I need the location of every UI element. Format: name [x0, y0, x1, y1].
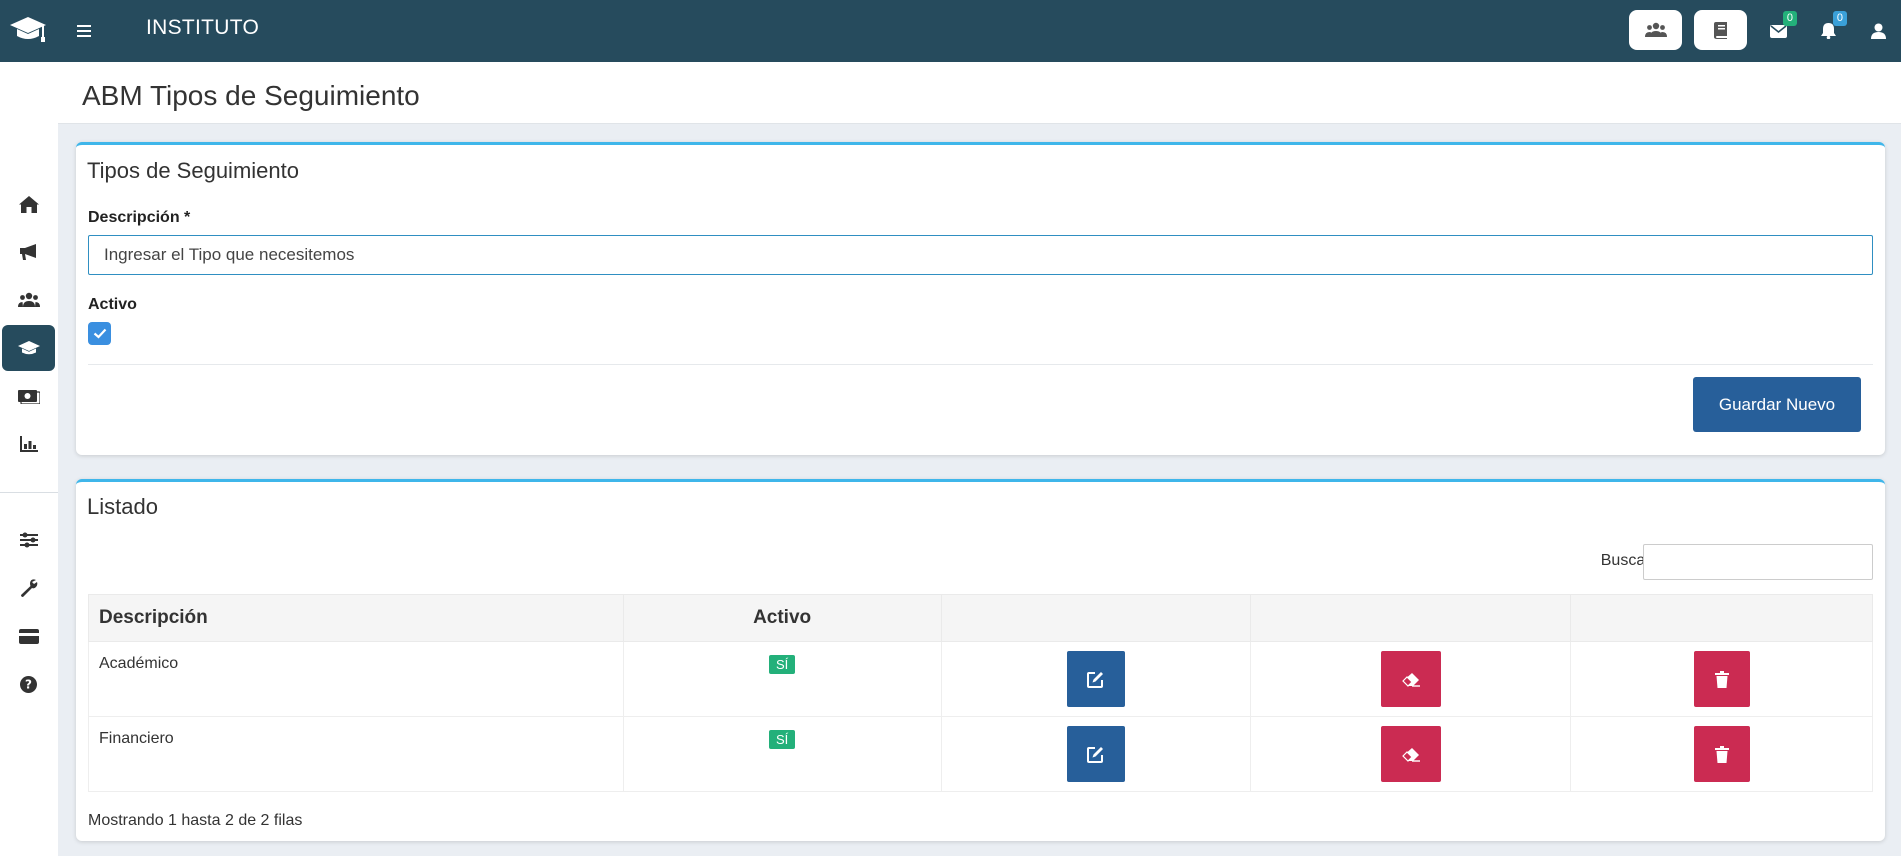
money-icon	[17, 389, 40, 404]
active-label: Activo	[88, 296, 137, 313]
delete-button[interactable]	[1693, 651, 1750, 707]
book-icon	[1713, 21, 1727, 39]
menu-icon[interactable]	[77, 19, 93, 43]
notification-badge: 0	[1832, 11, 1847, 26]
list-card: Listado Buscar: Descripción Activo Acadé…	[76, 479, 1885, 841]
check-icon	[93, 328, 106, 339]
graduation-cap-icon	[17, 340, 40, 354]
description-input[interactable]	[88, 235, 1873, 275]
chart-icon	[19, 436, 38, 452]
credit-card-icon	[18, 628, 39, 644]
active-checkbox[interactable]	[88, 322, 111, 345]
search-input[interactable]	[1643, 544, 1873, 580]
form-divider	[88, 364, 1873, 365]
users-icon	[17, 292, 40, 307]
column-header-edit	[940, 594, 1252, 642]
column-header-deactivate	[1250, 594, 1572, 642]
description-label: Descripción *	[88, 209, 191, 226]
sidebar-item-payments[interactable]	[2, 613, 55, 659]
row-description: Financiero	[88, 716, 624, 792]
page-title: ABM Tipos de Seguimiento	[82, 80, 420, 111]
column-header-description[interactable]: Descripción	[88, 594, 624, 642]
sidebar-item-tools[interactable]	[2, 565, 55, 611]
save-new-button[interactable]: Guardar Nuevo	[1693, 377, 1861, 432]
envelope-icon[interactable]: 0	[1765, 11, 1797, 44]
trash-icon	[1714, 670, 1729, 688]
active-badge: SÍ	[768, 655, 796, 674]
eraser-icon	[1401, 747, 1420, 762]
sidebar-item-finance[interactable]	[2, 373, 55, 419]
deactivate-button[interactable]	[1380, 726, 1441, 782]
form-card-title: Tipos de Seguimiento	[87, 158, 299, 183]
mail-badge: 0	[1782, 11, 1797, 26]
sidebar-item-reports[interactable]	[2, 421, 55, 467]
sidebar-item-settings[interactable]	[2, 517, 55, 563]
table-row: Financiero SÍ	[88, 716, 1873, 792]
sliders-icon	[19, 532, 38, 548]
sidebar: ?	[0, 62, 58, 856]
edit-button[interactable]	[1066, 726, 1125, 782]
list-card-title: Listado	[87, 494, 158, 519]
brand-name[interactable]: INSTITUTO	[146, 16, 259, 40]
sidebar-item-academic[interactable]	[2, 325, 55, 371]
bell-icon[interactable]: 0	[1815, 11, 1847, 44]
column-header-active[interactable]: Activo	[622, 594, 942, 642]
form-card: Tipos de Seguimiento Descripción * Activ…	[76, 142, 1885, 455]
deactivate-button[interactable]	[1380, 651, 1441, 707]
edit-icon	[1087, 671, 1104, 688]
graduation-cap-logo-icon[interactable]	[8, 14, 48, 46]
sidebar-item-help[interactable]: ?	[2, 661, 55, 707]
sidebar-item-users[interactable]	[2, 277, 55, 323]
user-icon[interactable]	[1865, 18, 1891, 44]
wrench-icon	[20, 579, 37, 597]
sidebar-item-announcements[interactable]	[2, 229, 55, 275]
svg-text:?: ?	[25, 677, 32, 691]
types-table: Descripción Activo Académico SÍ Financie…	[88, 594, 1873, 792]
home-icon	[18, 195, 39, 213]
sidebar-item-home[interactable]	[2, 181, 55, 227]
edit-icon	[1087, 746, 1104, 763]
row-description: Académico	[88, 641, 624, 717]
active-badge: SÍ	[768, 730, 796, 749]
sidebar-divider	[0, 492, 58, 493]
bullhorn-icon	[20, 244, 36, 260]
table-row: Académico SÍ	[88, 641, 1873, 717]
column-header-delete	[1570, 594, 1873, 642]
pagination-info: Mostrando 1 hasta 2 de 2 filas	[88, 812, 303, 829]
book-button[interactable]	[1694, 10, 1747, 50]
edit-button[interactable]	[1066, 651, 1125, 707]
topbar: INSTITUTO 0 0	[0, 0, 1901, 62]
question-icon: ?	[20, 675, 37, 693]
eraser-icon	[1401, 672, 1420, 687]
trash-icon	[1714, 745, 1729, 763]
users-button[interactable]	[1629, 10, 1682, 50]
table-header-row: Descripción Activo	[88, 594, 1873, 642]
users-icon	[1644, 22, 1667, 37]
page-header: ABM Tipos de Seguimiento	[58, 62, 1901, 124]
delete-button[interactable]	[1693, 726, 1750, 782]
